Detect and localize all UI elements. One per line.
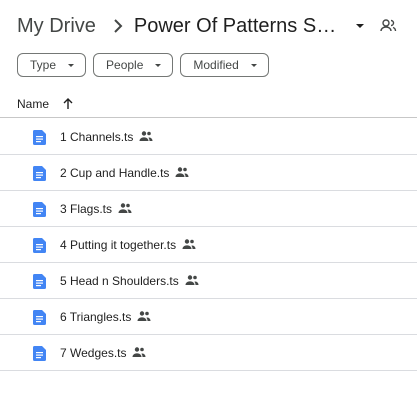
file-name: 4 Putting it together.ts [60, 238, 196, 252]
shared-icon [175, 167, 189, 177]
shared-folder-icon[interactable] [378, 16, 398, 36]
filter-type-chip[interactable]: Type [17, 53, 87, 77]
file-name: 7 Wedges.ts [60, 346, 146, 360]
shared-icon [118, 203, 132, 213]
file-name: 1 Channels.ts [60, 130, 153, 144]
breadcrumb: My Drive Power Of Patterns Sunn... [17, 11, 398, 41]
shared-icon [182, 239, 196, 249]
shared-icon [137, 311, 151, 321]
shared-icon [139, 131, 153, 141]
google-doc-icon [33, 202, 46, 217]
file-row[interactable]: 7 Wedges.ts [0, 335, 417, 371]
file-row[interactable]: 3 Flags.ts [0, 191, 417, 227]
file-name: 6 Triangles.ts [60, 310, 151, 324]
list-header: Name [0, 92, 417, 118]
file-name: 2 Cup and Handle.ts [60, 166, 189, 180]
filter-people-label: People [106, 58, 144, 72]
filter-modified-chip[interactable]: Modified [180, 53, 269, 77]
caret-down-icon[interactable] [350, 16, 370, 36]
file-row[interactable]: 1 Channels.ts [0, 119, 417, 155]
filter-type-label: Type [30, 58, 57, 72]
caret-down-icon [250, 64, 257, 67]
shared-icon [132, 347, 146, 357]
filter-chips: Type People Modified [17, 53, 269, 77]
file-name: 3 Flags.ts [60, 202, 132, 216]
google-doc-icon [33, 310, 46, 325]
google-doc-icon [33, 166, 46, 181]
file-row[interactable]: 6 Triangles.ts [0, 299, 417, 335]
caret-down-icon [68, 64, 75, 67]
filter-people-chip[interactable]: People [93, 53, 174, 77]
breadcrumb-current-folder[interactable]: Power Of Patterns Sunn... [134, 15, 346, 38]
filter-modified-label: Modified [193, 58, 239, 72]
file-row[interactable]: 4 Putting it together.ts [0, 227, 417, 263]
shared-icon [185, 275, 199, 285]
file-list: 1 Channels.ts 2 Cup and Handle.ts 3 Flag… [0, 119, 417, 371]
chevron-right-icon [114, 19, 123, 33]
caret-down-icon [155, 64, 162, 67]
google-doc-icon [33, 346, 46, 361]
sort-by-name-button[interactable]: Name [17, 97, 49, 111]
file-row[interactable]: 2 Cup and Handle.ts [0, 155, 417, 191]
file-name: 5 Head n Shoulders.ts [60, 274, 199, 288]
arrow-up-icon[interactable] [60, 96, 76, 112]
breadcrumb-my-drive[interactable]: My Drive [17, 15, 96, 38]
file-row[interactable]: 5 Head n Shoulders.ts [0, 263, 417, 299]
google-doc-icon [33, 274, 46, 289]
google-doc-icon [33, 238, 46, 253]
google-doc-icon [33, 130, 46, 145]
drive-folder-view: My Drive Power Of Patterns Sunn... Type … [0, 0, 417, 403]
